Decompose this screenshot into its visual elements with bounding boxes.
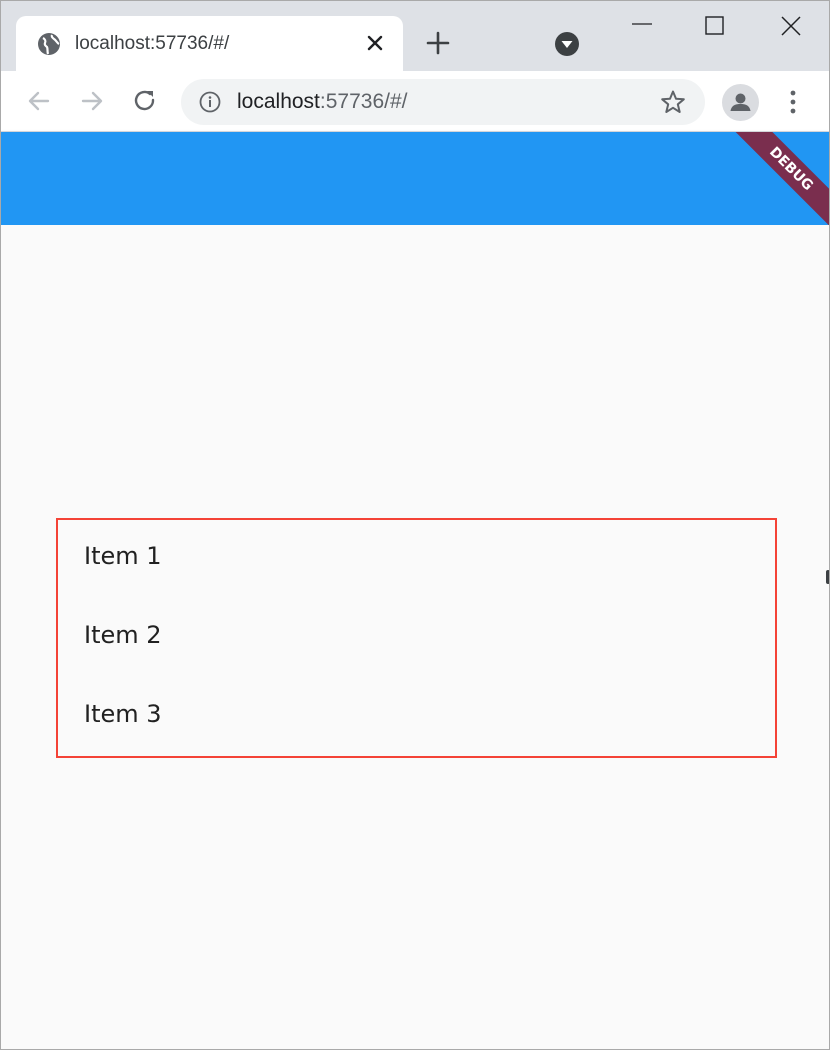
new-tab-plus-icon[interactable] [425, 30, 451, 56]
profile-avatar-button[interactable] [722, 84, 759, 121]
window-close-icon[interactable] [779, 14, 803, 38]
info-icon[interactable] [199, 91, 221, 113]
tab-title: localhost:57736/#/ [75, 33, 230, 54]
list-item[interactable]: Item 2 [84, 621, 162, 649]
list-item[interactable]: Item 1 [84, 542, 162, 570]
globe-icon [38, 33, 60, 55]
forward-arrow-icon[interactable] [79, 88, 105, 114]
person-icon [730, 93, 751, 111]
back-arrow-icon[interactable] [26, 88, 52, 114]
browser-toolbar: localhost:57736/#/ [1, 71, 829, 132]
url-path: :57736/#/ [319, 90, 408, 113]
url-text[interactable]: localhost:57736/#/ [237, 90, 407, 114]
page-body: Item 1 Item 2 Item 3 [1, 225, 829, 1049]
maximize-icon[interactable] [704, 15, 726, 37]
edge-handle [826, 570, 829, 584]
kebab-menu-icon[interactable] [781, 89, 805, 115]
bookmark-star-icon[interactable] [660, 89, 686, 115]
app-bar: DEBUG [1, 132, 829, 225]
browser-window: localhost:57736/#/ localhost:57736/#/ DE… [0, 0, 830, 1050]
tab-strip: localhost:57736/#/ [1, 1, 829, 72]
browser-tab[interactable]: localhost:57736/#/ [16, 16, 403, 72]
item-list: Item 1 Item 2 Item 3 [56, 518, 777, 758]
address-bar[interactable]: localhost:57736/#/ [181, 79, 705, 125]
minimize-icon[interactable] [631, 13, 653, 35]
debug-banner: DEBUG [732, 132, 829, 225]
list-item[interactable]: Item 3 [84, 700, 162, 728]
reload-icon[interactable] [132, 88, 158, 114]
close-icon[interactable] [364, 32, 386, 54]
url-host: localhost [237, 90, 320, 113]
tab-search-chevron-down-icon[interactable] [554, 31, 580, 57]
